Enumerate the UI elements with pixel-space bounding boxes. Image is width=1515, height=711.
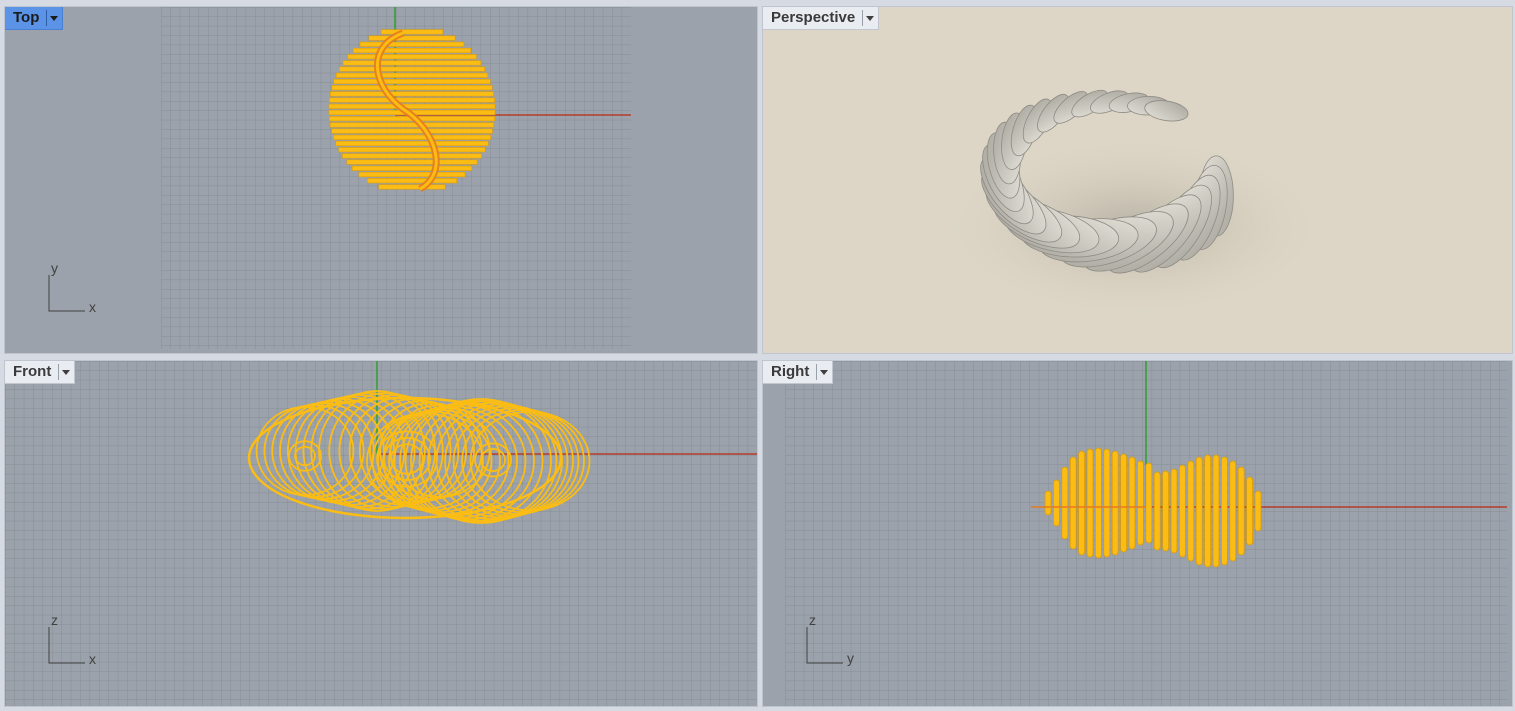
rib-slice (1153, 471, 1161, 551)
viewport-top[interactable]: y x Top (4, 6, 758, 354)
slice-bar (351, 165, 473, 171)
slice-bar (333, 134, 491, 140)
construction-grid (5, 361, 757, 706)
rib-slice (1187, 460, 1195, 562)
rib-slice (1069, 456, 1077, 550)
slice-bar (368, 35, 456, 41)
rib-slice (1120, 453, 1128, 553)
axis-v-label: z (809, 612, 816, 628)
chevron-down-icon[interactable] (862, 10, 876, 26)
slice-bar (329, 97, 495, 103)
rib-slice (1086, 448, 1094, 558)
viewport-perspective[interactable]: Perspective (762, 6, 1513, 354)
axis-v-label: z (51, 612, 58, 628)
rib-slice (1229, 460, 1237, 562)
slice-bar (378, 184, 446, 190)
slice-bar (330, 91, 494, 97)
slice-bar (335, 72, 489, 78)
rib-slice (1094, 447, 1102, 559)
slice-bar (339, 66, 485, 72)
viewport-tab-perspective[interactable]: Perspective (763, 7, 880, 30)
viewport-title[interactable]: Top (5, 7, 46, 29)
axis-h-label: x (89, 299, 96, 315)
slice-bar (358, 171, 466, 178)
viewport-tab-top[interactable]: Top (5, 7, 64, 30)
slice-bar (359, 41, 465, 47)
rib-slice (1044, 490, 1052, 516)
slice-bar (331, 85, 493, 91)
world-axes-icon: y x (48, 260, 96, 315)
slice-bar (342, 153, 482, 159)
rib-slice (1078, 450, 1086, 556)
slice-bar (346, 159, 478, 165)
slice-bar (380, 29, 444, 35)
rib-slice (1162, 470, 1170, 552)
top-canvas[interactable]: y x (5, 7, 758, 354)
slice-bar (366, 178, 458, 184)
viewport-front[interactable]: z x Front (4, 360, 758, 707)
axis-h-label: y (847, 650, 854, 666)
slice-bar (328, 103, 496, 109)
rib-slice (1204, 454, 1212, 568)
axis-v-label: y (51, 260, 58, 276)
right-canvas[interactable]: z y (763, 361, 1513, 707)
rib-slice (1103, 448, 1111, 558)
rib-slice (1195, 456, 1203, 566)
rib-slice (1111, 450, 1119, 556)
axis-h-label: x (89, 651, 96, 667)
rib-slice (1061, 466, 1069, 540)
slice-bar (338, 147, 486, 153)
perspective-canvas[interactable] (763, 7, 1513, 354)
rib-slice (1145, 462, 1153, 544)
viewport-right[interactable]: z y Right (762, 360, 1513, 707)
rib-slice (1128, 456, 1136, 550)
rib-slice (1178, 464, 1186, 558)
slice-bar (331, 128, 493, 134)
slice-bar (333, 78, 491, 85)
slice-bar (352, 47, 472, 54)
rib-slice (1212, 454, 1220, 568)
rib-slice (1052, 479, 1060, 527)
viewport-title[interactable]: Front (5, 361, 58, 383)
slice-bar (335, 140, 489, 147)
slice-bar (329, 122, 495, 128)
front-canvas[interactable]: z x (5, 361, 758, 707)
viewport-tab-right[interactable]: Right (763, 361, 834, 384)
rib-slice (1220, 456, 1228, 566)
rib-slice (1136, 460, 1144, 546)
rib-slice (1246, 476, 1254, 546)
viewport-title[interactable]: Right (763, 361, 816, 383)
rib-slice (1254, 490, 1262, 532)
chevron-down-icon[interactable] (816, 364, 830, 380)
viewport-title[interactable]: Perspective (763, 7, 862, 29)
rib-slice (1170, 468, 1178, 554)
slice-bar (347, 54, 477, 60)
viewport-tab-front[interactable]: Front (5, 361, 76, 384)
rib-slice (1237, 466, 1245, 556)
chevron-down-icon[interactable] (46, 10, 60, 26)
chevron-down-icon[interactable] (58, 364, 72, 380)
slice-bar (342, 60, 482, 66)
